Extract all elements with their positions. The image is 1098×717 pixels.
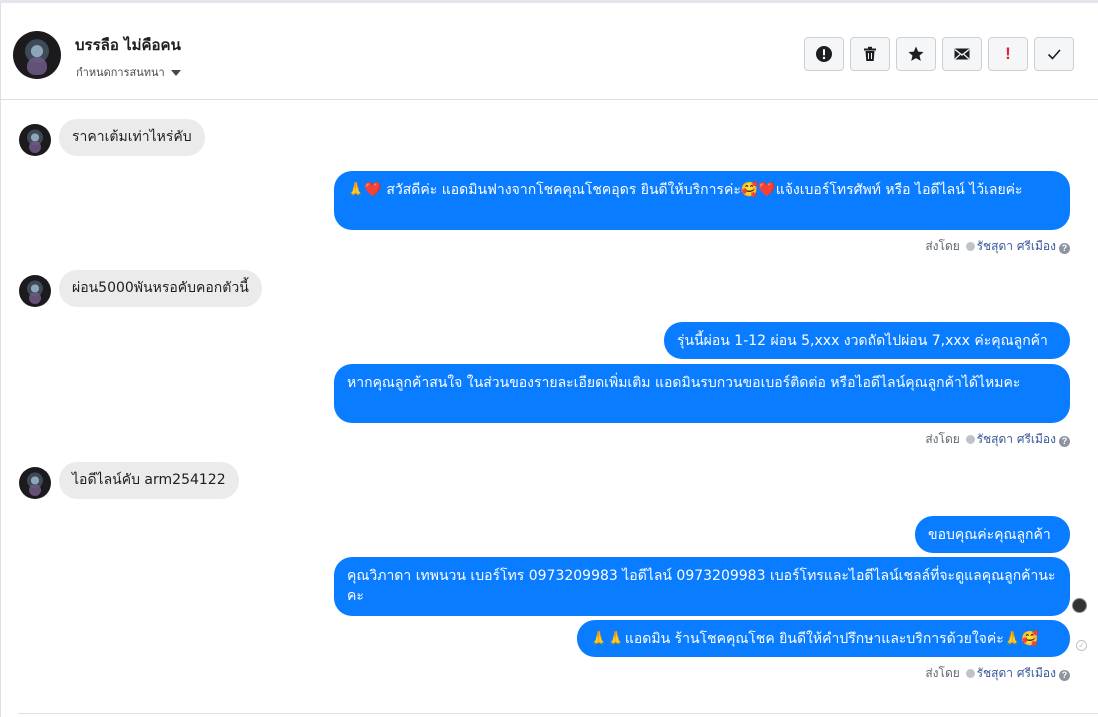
- outgoing-message[interactable]: ขอบคุณค่ะคุณลูกค้า: [915, 516, 1070, 553]
- help-icon[interactable]: ?: [1059, 670, 1070, 681]
- conversation-header: บรรลือ ไม่คือคน กำหนดการสนทนา !: [0, 0, 1098, 100]
- agent-icon: [965, 669, 975, 678]
- outgoing-message[interactable]: หากคุณลูกค้าสนใจ ในส่วนของรายละเอียดเพิ่…: [334, 364, 1070, 423]
- follow-up-button[interactable]: !: [988, 37, 1028, 71]
- exclamation-icon: !: [1005, 44, 1011, 63]
- outgoing-message[interactable]: 🙏❤️ สวัสดีค่ะ แอดมินฟางจากโชคคุณโชคอุดร …: [334, 171, 1070, 230]
- mark-unread-button[interactable]: [942, 37, 982, 71]
- agent-icon: [965, 435, 975, 444]
- incoming-message[interactable]: ผ่อน5000พันหรอคับคอกตัวนี้: [59, 270, 262, 307]
- agent-icon: [965, 242, 975, 251]
- conversation-settings-label: กำหนดการสนทนา: [76, 66, 165, 79]
- contact-avatar[interactable]: [13, 31, 61, 79]
- outgoing-message[interactable]: 🙏🙏แอดมิน ร้านโชคคุณโชค ยินดีให้คำปรึกษาแ…: [577, 620, 1070, 657]
- check-icon: [1047, 49, 1061, 60]
- sent-by-agent[interactable]: รัชสุดา ศรีเมือง: [977, 432, 1056, 446]
- help-icon[interactable]: ?: [1059, 436, 1070, 447]
- sent-by-prefix: ส่งโดย: [925, 432, 960, 446]
- contact-avatar-small[interactable]: [19, 467, 51, 499]
- sent-by-prefix: ส่งโดย: [925, 666, 960, 680]
- star-icon: [908, 46, 924, 61]
- exclamation-circle-icon: [816, 46, 832, 62]
- contact-name[interactable]: บรรลือ ไม่คือคน: [75, 33, 181, 57]
- contact-avatar-small[interactable]: [19, 275, 51, 307]
- star-button[interactable]: [896, 37, 936, 71]
- sent-by-label: ส่งโดย รัชสุดา ศรีเมือง?: [925, 430, 1070, 449]
- seen-avatar: [1072, 598, 1087, 613]
- sent-check-icon: ✓: [1076, 640, 1087, 651]
- envelope-icon: [954, 48, 970, 60]
- contact-avatar-small[interactable]: [19, 124, 51, 156]
- caret-down-icon: [170, 70, 181, 76]
- spam-button[interactable]: [804, 37, 844, 71]
- done-button[interactable]: [1034, 37, 1074, 71]
- sent-by-prefix: ส่งโดย: [925, 239, 960, 253]
- trash-icon: [864, 46, 876, 61]
- outgoing-message[interactable]: รุ่นนี้ผ่อน 1-12 ผ่อน 5,xxx งวดถัดไปผ่อน…: [664, 322, 1070, 359]
- outgoing-message[interactable]: คุณวิภาดา เทพนวน เบอร์โทร 0973209983 ไอด…: [334, 557, 1070, 616]
- sent-by-label: ส่งโดย รัชสุดา ศรีเมือง?: [925, 664, 1070, 683]
- incoming-message[interactable]: ราคาเต้มเท่าไหร่คับ: [59, 119, 205, 156]
- composer-divider: [18, 713, 1098, 714]
- conversation-settings-dropdown[interactable]: กำหนดการสนทนา: [76, 63, 181, 81]
- conversation-toolbar: !: [804, 37, 1074, 73]
- sent-by-agent[interactable]: รัชสุดา ศรีเมือง: [977, 239, 1056, 253]
- incoming-message[interactable]: ไอดีไลน์คับ arm254122: [59, 462, 239, 499]
- help-icon[interactable]: ?: [1059, 243, 1070, 254]
- delete-button[interactable]: [850, 37, 890, 71]
- sent-by-label: ส่งโดย รัชสุดา ศรีเมือง?: [925, 237, 1070, 256]
- sent-by-agent[interactable]: รัชสุดา ศรีเมือง: [977, 666, 1056, 680]
